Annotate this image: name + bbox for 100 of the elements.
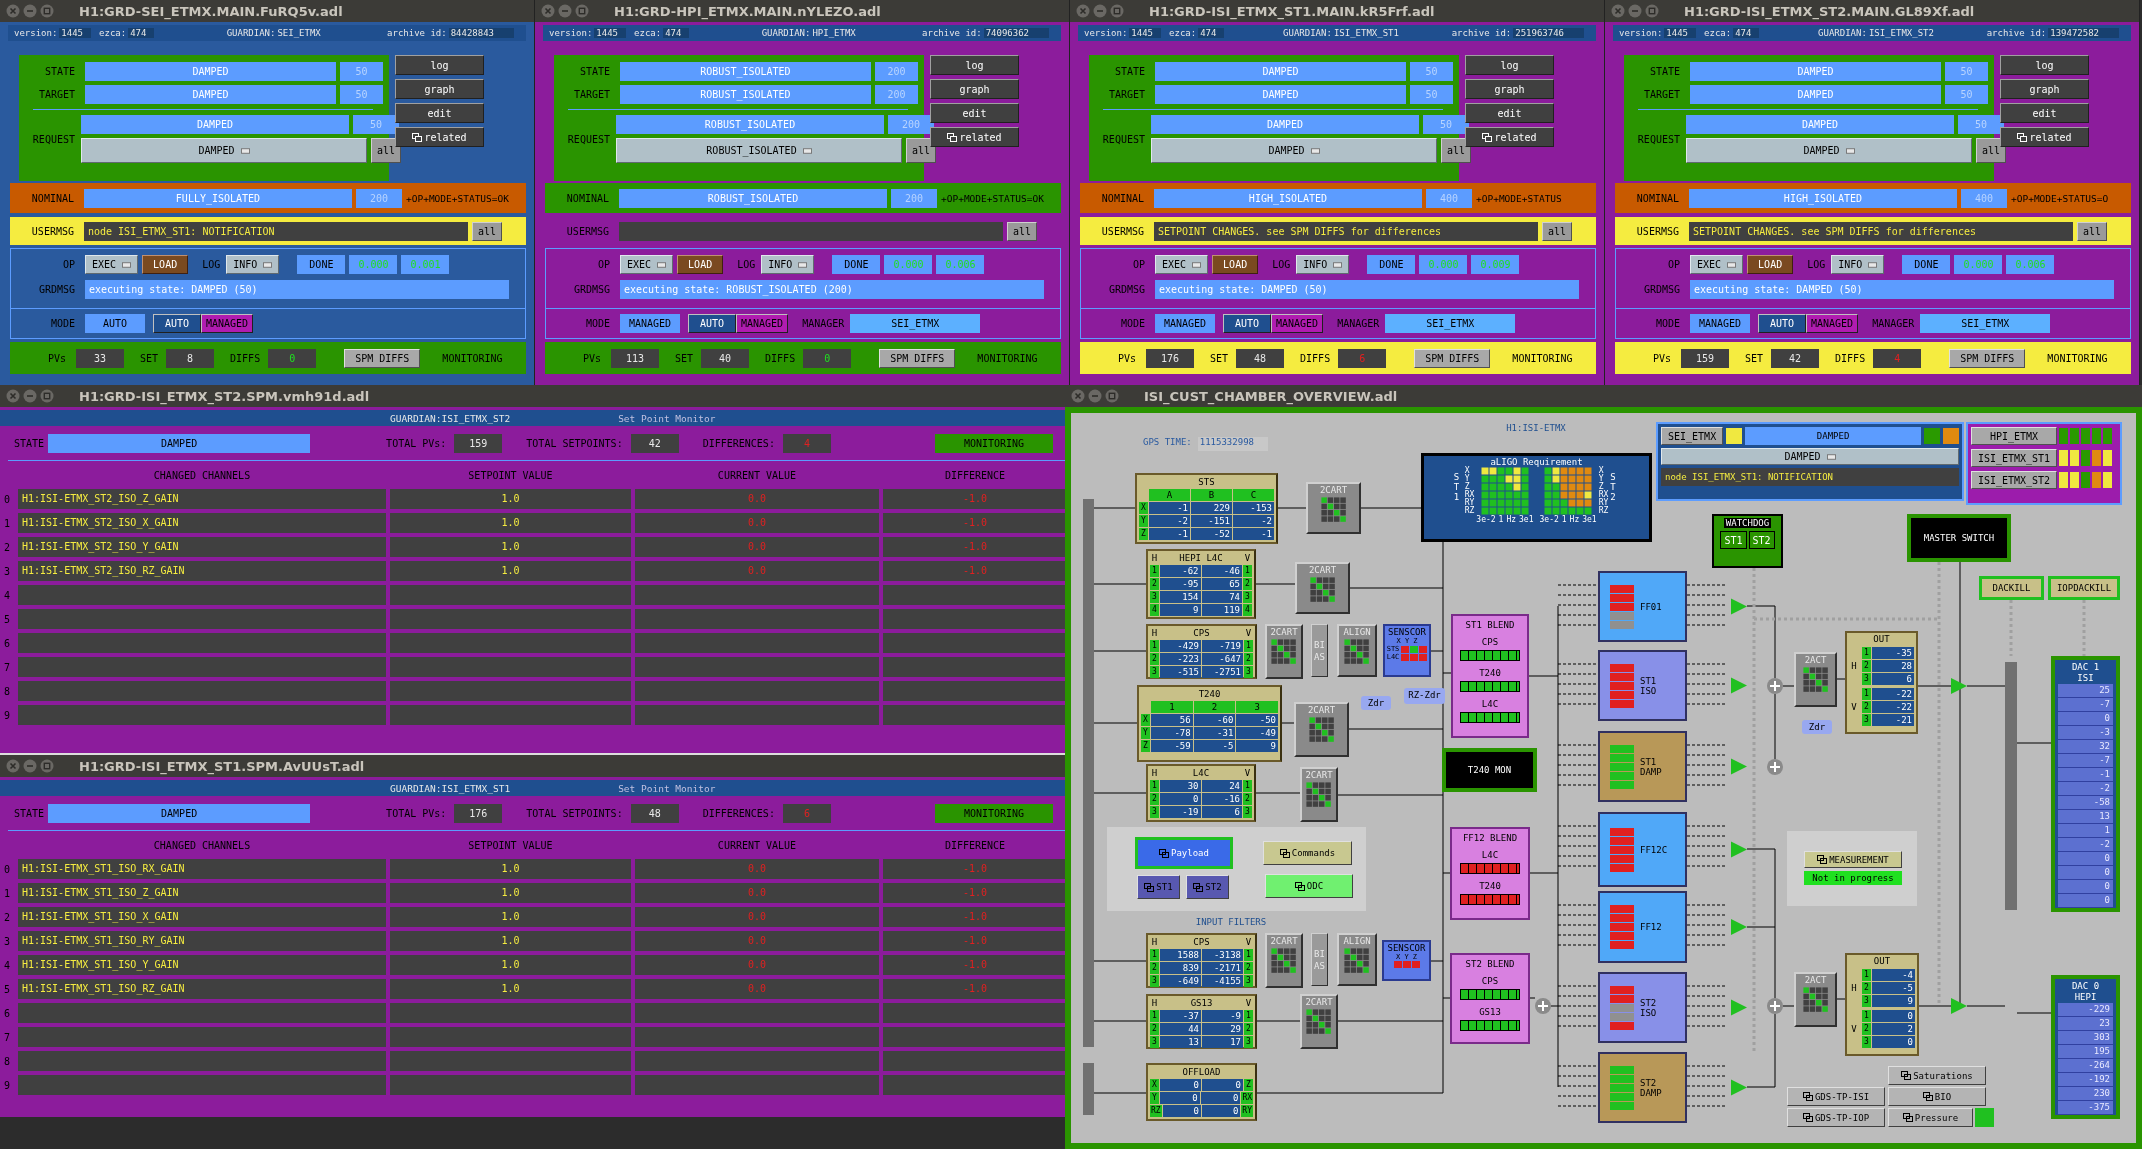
related-display-button[interactable]: BIO [1888,1087,1986,1106]
side-button[interactable]: log [395,55,484,75]
watchdog-button[interactable]: ST2 [1748,531,1775,549]
monitor-button[interactable]: T240 MON [1442,748,1537,792]
related-display-button[interactable]: GDS-TP-IOP [1787,1108,1885,1127]
close-icon[interactable] [6,4,20,18]
related-display-button[interactable]: MEASUREMENT [1804,851,1902,868]
side-button[interactable]: graph [930,79,1019,99]
spm-diffs-button[interactable]: SPM DIFFS [1949,348,2026,368]
log-menu[interactable]: INFO [1296,255,1350,274]
close-icon[interactable] [541,4,555,18]
related-display-button[interactable]: Payload [1135,837,1233,869]
mode-button[interactable]: AUTO [1758,314,1806,333]
related-display-button[interactable]: Pressure [1888,1108,1973,1127]
minimize-icon[interactable] [23,759,37,773]
request-menu[interactable]: DAMPED [1686,138,1972,163]
all-button[interactable]: all [1542,221,1572,241]
filter-bank-button[interactable]: ST2 DAMP [1598,1052,1687,1123]
log-menu[interactable]: INFO [226,255,280,274]
guardian-button[interactable]: ISI_ETMX_ST1 [1971,449,2057,467]
side-button[interactable]: graph [1465,79,1554,99]
close-icon[interactable] [1071,389,1085,403]
all-button[interactable]: all [906,138,936,163]
side-button[interactable]: edit [395,103,484,123]
mode-button[interactable]: MANAGED [1271,314,1324,333]
op-menu[interactable]: EXEC [620,255,674,274]
side-button[interactable]: log [2000,55,2089,75]
side-button[interactable]: graph [395,79,484,99]
op-menu[interactable]: EXEC [1155,255,1209,274]
minimize-icon[interactable] [558,4,572,18]
filter-bank-button[interactable]: ST2 ISO [1598,972,1687,1043]
maximize-icon[interactable] [40,759,54,773]
mode-button[interactable]: AUTO [688,314,736,333]
mode-button[interactable]: MANAGED [736,314,789,333]
related-display-button[interactable]: Saturations [1888,1066,1986,1085]
all-button[interactable]: all [1441,138,1471,163]
log-menu[interactable]: INFO [1831,255,1885,274]
close-icon[interactable] [6,759,20,773]
mode-button[interactable]: MANAGED [201,314,254,333]
op-menu[interactable]: EXEC [85,255,139,274]
maximize-icon[interactable] [1645,4,1659,18]
all-button[interactable]: all [2077,221,2107,241]
mode-button[interactable]: AUTO [153,314,201,333]
filter-bank-button[interactable]: FF12C [1598,812,1687,887]
log-menu[interactable]: INFO [761,255,815,274]
request-menu[interactable]: DAMPED [1151,138,1437,163]
op-menu[interactable]: EXEC [1690,255,1744,274]
maximize-icon[interactable] [40,389,54,403]
guardian-button[interactable]: HPI_ETMX [1971,427,2057,445]
watchdog-button[interactable]: ST1 [1720,531,1747,549]
load-button[interactable]: LOAD [1212,255,1259,274]
all-button[interactable]: all [472,221,502,241]
load-button[interactable]: LOAD [142,255,189,274]
maximize-icon[interactable] [575,4,589,18]
request-menu[interactable]: DAMPED [81,138,367,163]
monitor-button[interactable]: MASTER SWITCH [1907,514,2011,562]
request-menu[interactable]: DAMPED [1661,448,1959,465]
request-menu[interactable]: ROBUST_ISOLATED [616,138,902,163]
spm-diffs-button[interactable]: SPM DIFFS [344,348,421,368]
filter-bank-button[interactable]: ST1 ISO [1598,650,1687,721]
close-icon[interactable] [1076,4,1090,18]
close-icon[interactable] [1611,4,1625,18]
minimize-icon[interactable] [1088,389,1102,403]
related-display-button[interactable]: Commands [1263,841,1352,865]
spm-diffs-button[interactable]: SPM DIFFS [1414,348,1491,368]
all-button[interactable]: all [1007,221,1037,241]
side-button[interactable]: log [1465,55,1554,75]
filter-bank-button[interactable]: FF12 [1598,891,1687,963]
maximize-icon[interactable] [40,4,54,18]
minimize-icon[interactable] [1628,4,1642,18]
maximize-icon[interactable] [1110,4,1124,18]
all-button[interactable]: all [371,138,401,163]
minimize-icon[interactable] [23,4,37,18]
related-display-button[interactable]: ODC [1265,874,1353,898]
related-display-button[interactable]: GDS-TP-ISI [1787,1087,1885,1106]
guardian-button[interactable]: ISI_ETMX_ST2 [1971,471,2057,489]
side-button[interactable]: log [930,55,1019,75]
load-button[interactable]: LOAD [1747,255,1794,274]
minimize-icon[interactable] [23,389,37,403]
side-button[interactable]: related [2000,127,2089,147]
mode-button[interactable]: MANAGED [1806,314,1859,333]
filter-bank-button[interactable]: ST1 DAMP [1598,731,1687,802]
side-button[interactable]: related [930,127,1019,147]
close-icon[interactable] [6,389,20,403]
mode-button[interactable]: AUTO [1223,314,1271,333]
maximize-icon[interactable] [1105,389,1119,403]
side-button[interactable]: edit [930,103,1019,123]
side-button[interactable]: graph [2000,79,2089,99]
side-button[interactable]: related [1465,127,1554,147]
kill-button[interactable]: DACKILL [1979,576,2044,600]
spm-diffs-button[interactable]: SPM DIFFS [879,348,956,368]
side-button[interactable]: edit [2000,103,2089,123]
guardian-button[interactable]: SEI_ETMX [1661,427,1724,445]
kill-button[interactable]: IOPDACKILL [2048,576,2120,600]
minimize-icon[interactable] [1093,4,1107,18]
all-button[interactable]: all [1976,138,2006,163]
side-button[interactable]: edit [1465,103,1554,123]
filter-bank-button[interactable]: FF01 [1598,571,1687,642]
side-button[interactable]: related [395,127,484,147]
load-button[interactable]: LOAD [677,255,724,274]
